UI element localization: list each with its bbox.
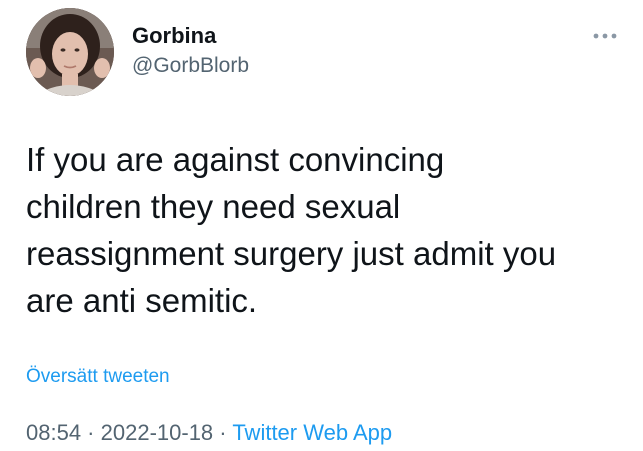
translate-tweet-link[interactable]: Översätt tweeten — [26, 366, 170, 388]
author-display-name[interactable]: Gorbina — [132, 23, 216, 49]
tweet-date[interactable]: 2022-10-18 — [101, 420, 214, 445]
more-options-button[interactable] — [588, 26, 622, 46]
avatar[interactable] — [26, 8, 114, 96]
meta-separator: · — [81, 420, 101, 445]
more-horizontal-icon — [593, 33, 617, 39]
tweet-card: Gorbina @GorbBlorb If you are against co… — [0, 0, 643, 451]
meta-separator: · — [213, 420, 233, 445]
tweet-text: If you are against convincing children t… — [26, 141, 557, 319]
tweet-time[interactable]: 08:54 — [26, 420, 81, 445]
tweet-meta: 08:54 · 2022-10-18 · Twitter Web App — [26, 420, 392, 446]
tweet-source-link[interactable]: Twitter Web App — [232, 420, 392, 445]
author-handle[interactable]: @GorbBlorb — [132, 54, 249, 78]
avatar-photo — [26, 8, 114, 96]
